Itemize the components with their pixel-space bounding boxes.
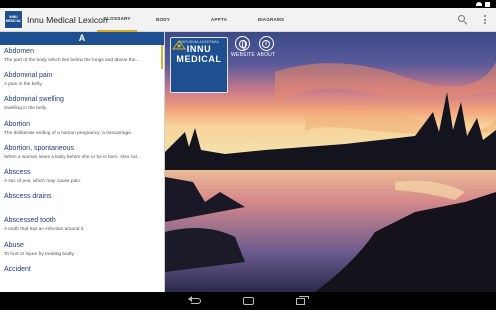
glossary-list[interactable]: A Abdomen The part of the body which lie… bbox=[0, 32, 165, 292]
entry-definition: A sac of pus, which may cause pain. bbox=[4, 178, 82, 184]
about-button-circle[interactable]: i bbox=[258, 36, 274, 51]
logo-title-line2: MEDICAL bbox=[176, 54, 222, 64]
website-button-circle[interactable] bbox=[235, 36, 251, 51]
list-item-abdominal-swelling[interactable]: Abdominal swelling Swelling in the belly… bbox=[0, 93, 164, 117]
list-item-abscessed-tooth[interactable]: Abscessed tooth A tooth that has an infe… bbox=[0, 214, 164, 238]
entry-term: Abortion bbox=[4, 120, 31, 128]
app-title: Innu Medical Lexicon bbox=[27, 14, 108, 25]
search-icon[interactable] bbox=[458, 14, 468, 25]
innu-medical-logo: INATUKUM-AUSHTAKA INNU MEDICAL bbox=[170, 37, 228, 93]
entry-definition: The part of the body which lies below th… bbox=[4, 58, 140, 63]
tab-glossary[interactable]: GLOSSARY bbox=[97, 8, 137, 32]
entry-term: Abuse bbox=[4, 241, 24, 249]
app-bar: INNU MEDICAL Innu Medical Lexicon GLOSSA… bbox=[0, 8, 496, 32]
list-item-abscess-drains[interactable]: Abscess drains bbox=[0, 190, 164, 214]
recents-button[interactable] bbox=[294, 295, 309, 306]
entry-definition: To hurt or injure by treating badly. bbox=[4, 251, 75, 257]
battery-icon bbox=[485, 1, 490, 7]
tab-body[interactable]: BODY bbox=[143, 8, 183, 32]
tab-diagrams[interactable]: DIAGRAMS bbox=[249, 8, 293, 32]
list-item-abuse[interactable]: Abuse To hurt or injure by treating badl… bbox=[0, 239, 164, 263]
tab-bar: GLOSSARY BODY APPTA DIAGRAMS bbox=[97, 8, 293, 32]
back-button[interactable] bbox=[188, 296, 202, 306]
list-item-abscess[interactable]: Abscess A sac of pus, which may cause pa… bbox=[0, 166, 164, 190]
entry-term: Abscess drains bbox=[4, 193, 52, 201]
recents-icon bbox=[295, 295, 309, 305]
entry-definition: A pain in the belly. bbox=[4, 82, 43, 88]
back-icon bbox=[188, 296, 201, 304]
entry-definition: Swelling in the belly. bbox=[4, 106, 48, 112]
home-button[interactable] bbox=[242, 297, 254, 306]
entry-definition: The deliberate ending of a human pregnan… bbox=[4, 130, 133, 136]
website-button-label: WEBSITE bbox=[231, 52, 255, 58]
list-item-abortion-spontaneous[interactable]: Abortion, spontaneous When a woman loses… bbox=[0, 142, 164, 166]
logo-emblem-icon bbox=[172, 40, 186, 50]
entry-term: Abdominal pain bbox=[4, 72, 53, 80]
logo-title-line1: INNU bbox=[186, 44, 212, 54]
globe-icon bbox=[238, 39, 247, 50]
app-logo[interactable]: INNU MEDICAL bbox=[4, 10, 23, 29]
hero-image-panel: INATUKUM-AUSHTAKA INNU MEDICAL WEBSITE i… bbox=[165, 32, 496, 292]
overflow-menu-icon[interactable] bbox=[482, 15, 488, 24]
entry-term: Abscess bbox=[4, 168, 31, 176]
app-actions bbox=[458, 14, 488, 25]
entry-definition: A tooth that has an infection around it. bbox=[4, 227, 85, 233]
list-item-abortion[interactable]: Abortion The deliberate ending of a huma… bbox=[0, 118, 164, 142]
info-icon: i bbox=[262, 39, 271, 48]
entry-term: Abortion, spontaneous bbox=[4, 144, 75, 152]
tab-appta[interactable]: APPTA bbox=[199, 8, 239, 32]
entry-term: Abdominal swelling bbox=[4, 96, 64, 104]
scrollbar-thumb[interactable] bbox=[160, 45, 163, 69]
entry-term: Abdomen bbox=[4, 48, 34, 55]
entry-definition: When a woman loses a baby before she or … bbox=[4, 154, 141, 160]
entry-term: Abscessed tooth bbox=[4, 217, 56, 225]
list-item-abdomen[interactable]: Abdomen The part of the body which lies … bbox=[0, 45, 164, 69]
letter-header: A bbox=[0, 32, 164, 45]
home-icon bbox=[242, 297, 254, 305]
about-button[interactable]: i ABOUT bbox=[257, 36, 275, 58]
website-button[interactable]: WEBSITE bbox=[231, 36, 255, 58]
system-navigation-bar bbox=[0, 292, 496, 310]
wifi-icon bbox=[476, 2, 482, 6]
app-logo-line2: MEDICAL bbox=[5, 18, 22, 23]
about-button-label: ABOUT bbox=[257, 52, 276, 58]
list-item-abdominal-pain[interactable]: Abdominal pain A pain in the belly. bbox=[0, 69, 164, 93]
list-item-accident[interactable]: Accident bbox=[0, 263, 164, 287]
entry-term: Accident bbox=[4, 265, 31, 273]
